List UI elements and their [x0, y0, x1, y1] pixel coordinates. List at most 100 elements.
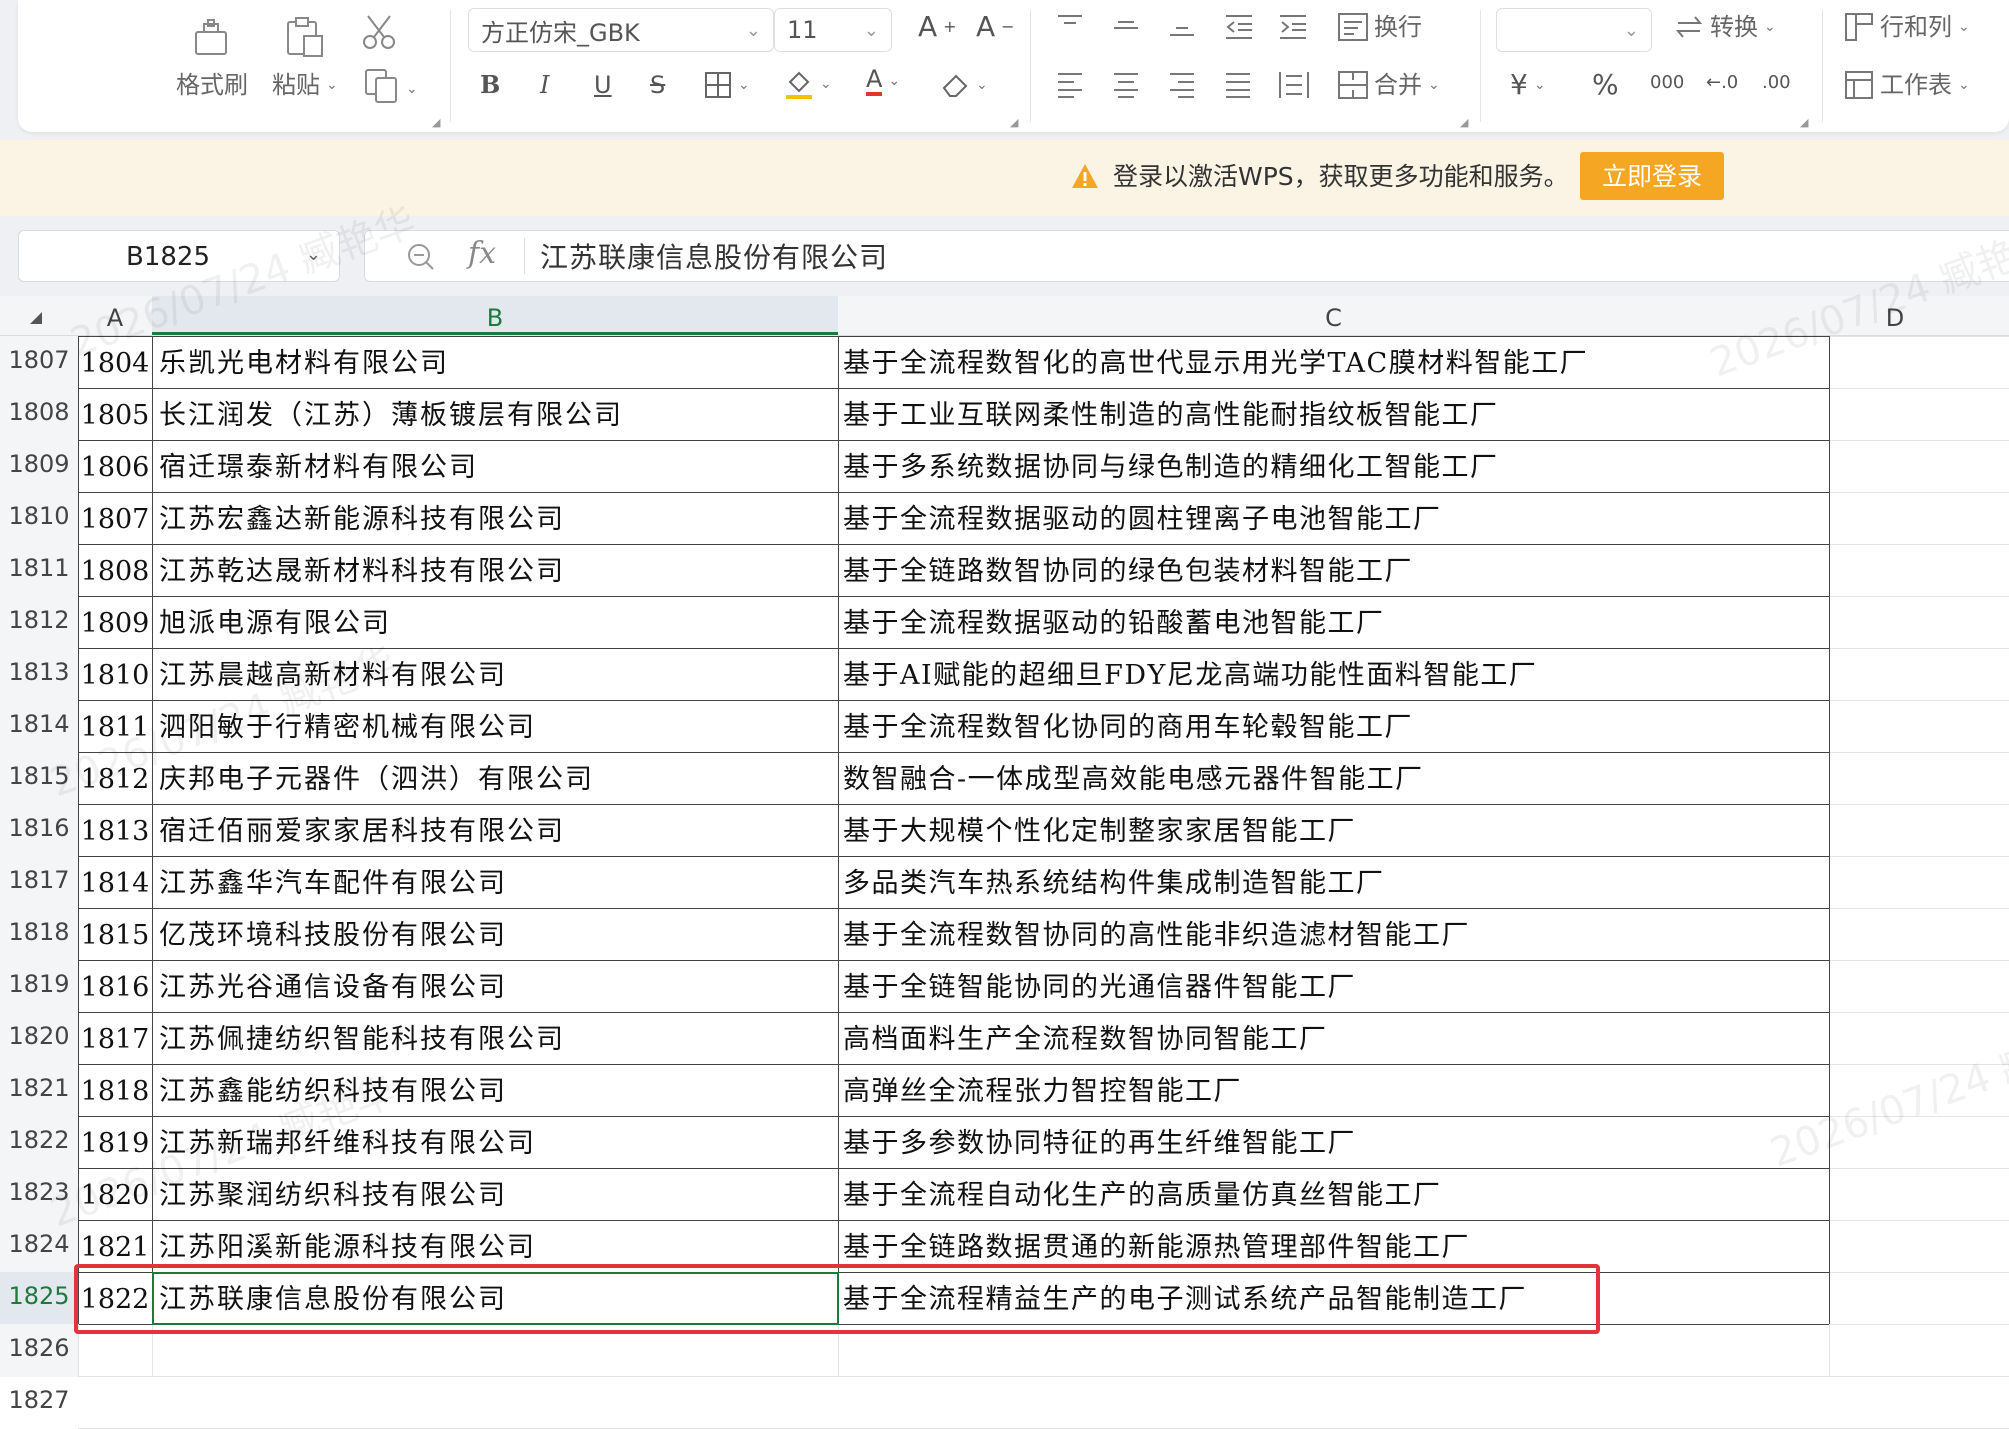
cell-c[interactable]: 基于全链路数智协同的绿色包装材料智能工厂: [843, 544, 1823, 596]
row-header[interactable]: 1815: [0, 752, 78, 804]
chevron-down-icon[interactable]: ⌄: [306, 244, 321, 265]
cell-c[interactable]: 基于多参数协同特征的再生纤维智能工厂: [843, 1116, 1823, 1168]
align-left-icon[interactable]: [1056, 72, 1084, 98]
cell-a[interactable]: 1812: [78, 752, 152, 804]
cell-c[interactable]: 基于AI赋能的超细旦FDY尼龙高端功能性面料智能工厂: [843, 648, 1823, 700]
cell-b[interactable]: 庆邦电子元器件（泗洪）有限公司: [159, 752, 829, 804]
cell-b[interactable]: 亿茂环境科技股份有限公司: [159, 908, 829, 960]
login-button[interactable]: 立即登录: [1580, 152, 1724, 200]
row-header[interactable]: 1824: [0, 1220, 78, 1272]
row-header[interactable]: 1818: [0, 908, 78, 960]
cell-a[interactable]: 1819: [78, 1116, 152, 1168]
cell-a[interactable]: 1815: [78, 908, 152, 960]
worksheet-button[interactable]: 工作表 ⌄: [1844, 70, 1970, 100]
cell-a[interactable]: 1810: [78, 648, 152, 700]
cell-c[interactable]: 基于大规模个性化定制整家家居智能工厂: [843, 804, 1823, 856]
cell-c[interactable]: [843, 1376, 1823, 1428]
convert-button[interactable]: 转换 ⌄: [1674, 12, 1776, 42]
wrap-text-button[interactable]: 换行: [1338, 12, 1422, 42]
cell-c[interactable]: 基于全流程数智协同的高性能非织造滤材智能工厂: [843, 908, 1823, 960]
cell-c[interactable]: 基于全流程数智化协同的商用车轮毂智能工厂: [843, 700, 1823, 752]
clipboard-launcher-icon[interactable]: ◢: [432, 116, 440, 129]
cell-b[interactable]: 江苏光谷通信设备有限公司: [159, 960, 829, 1012]
percent-button[interactable]: %: [1592, 70, 1619, 100]
cell-a[interactable]: 1811: [78, 700, 152, 752]
cell-c[interactable]: 多品类汽车热系统结构件集成制造智能工厂: [843, 856, 1823, 908]
fx-icon[interactable]: fx: [468, 236, 496, 271]
cell-b[interactable]: 江苏佩捷纺织智能科技有限公司: [159, 1012, 829, 1064]
column-header-c[interactable]: C: [838, 296, 1829, 336]
row-header[interactable]: 1817: [0, 856, 78, 908]
row-header[interactable]: 1827: [0, 1376, 78, 1428]
row-header[interactable]: 1807: [0, 336, 78, 388]
cell-b[interactable]: 宿迁佰丽爱家家居科技有限公司: [159, 804, 829, 856]
align-right-icon[interactable]: [1168, 72, 1196, 98]
row-header[interactable]: 1819: [0, 960, 78, 1012]
justify-icon[interactable]: [1224, 72, 1252, 98]
cell-b[interactable]: 江苏聚润纺织科技有限公司: [159, 1168, 829, 1220]
clear-format-button[interactable]: ⌄: [940, 70, 988, 100]
row-header[interactable]: 1814: [0, 700, 78, 752]
cell-c[interactable]: 基于全流程数智化的高世代显示用光学TAC膜材料智能工厂: [843, 336, 1823, 388]
cell-b[interactable]: 乐凯光电材料有限公司: [159, 336, 829, 388]
distributed-align-icon[interactable]: [1278, 70, 1310, 100]
align-center-icon[interactable]: [1112, 72, 1140, 98]
row-header[interactable]: 1810: [0, 492, 78, 544]
cell-c[interactable]: 基于工业互联网柔性制造的高性能耐指纹板智能工厂: [843, 388, 1823, 440]
format-painter-button[interactable]: 格式刷: [176, 70, 248, 100]
italic-button[interactable]: I: [540, 70, 549, 100]
align-top-icon[interactable]: [1056, 14, 1084, 38]
cell-b[interactable]: 旭派电源有限公司: [159, 596, 829, 648]
column-header-a[interactable]: A: [78, 296, 152, 336]
formula-value[interactable]: 江苏联康信息股份有限公司: [540, 236, 888, 276]
cell-b[interactable]: 江苏鑫能纺织科技有限公司: [159, 1064, 829, 1116]
number-launcher-icon[interactable]: ◢: [1800, 116, 1808, 129]
row-header[interactable]: 1813: [0, 648, 78, 700]
cell-a[interactable]: 1807: [78, 492, 152, 544]
fill-color-button[interactable]: ⌄: [784, 68, 832, 100]
row-header[interactable]: 1826: [0, 1324, 78, 1376]
cell-a[interactable]: 1814: [78, 856, 152, 908]
border-button[interactable]: ⌄: [704, 70, 750, 100]
paste-button[interactable]: 粘贴 ⌄: [272, 70, 338, 100]
row-header[interactable]: 1809: [0, 440, 78, 492]
font-shrink-icon[interactable]: A −: [976, 12, 1015, 42]
column-header-b[interactable]: B: [152, 296, 838, 336]
cell-c[interactable]: 基于全流程数据驱动的铅酸蓄电池智能工厂: [843, 596, 1823, 648]
row-header[interactable]: 1816: [0, 804, 78, 856]
copy-chevron-icon[interactable]: ⌄: [406, 74, 418, 104]
align-middle-icon[interactable]: [1112, 14, 1140, 38]
cell-a[interactable]: 1806: [78, 440, 152, 492]
font-name-select[interactable]: 方正仿宋_GBK ⌄: [468, 8, 774, 52]
cell-c[interactable]: 高弹丝全流程张力智控智能工厂: [843, 1064, 1823, 1116]
increase-decimal-button[interactable]: ←.0: [1706, 68, 1738, 98]
decrease-indent-icon[interactable]: [1224, 14, 1254, 40]
cell-a[interactable]: 1804: [78, 336, 152, 388]
cell-b[interactable]: 江苏晨越高新材料有限公司: [159, 648, 829, 700]
row-header[interactable]: 1812: [0, 596, 78, 648]
row-header[interactable]: 1822: [0, 1116, 78, 1168]
cell-c[interactable]: 基于全链智能协同的光通信器件智能工厂: [843, 960, 1823, 1012]
zoom-out-icon[interactable]: [406, 242, 436, 272]
cell-b[interactable]: 江苏宏鑫达新能源科技有限公司: [159, 492, 829, 544]
select-all-corner-icon[interactable]: [30, 312, 42, 324]
cell-c[interactable]: 数智融合-一体成型高效能电感元器件智能工厂: [843, 752, 1823, 804]
cell-b[interactable]: 宿迁璟泰新材料有限公司: [159, 440, 829, 492]
strikethrough-button[interactable]: S: [650, 70, 665, 100]
cell-c[interactable]: 基于全流程自动化生产的高质量仿真丝智能工厂: [843, 1168, 1823, 1220]
cut-icon[interactable]: [360, 12, 400, 56]
cell-c[interactable]: 高档面料生产全流程数智协同智能工厂: [843, 1012, 1823, 1064]
cell-b[interactable]: 江苏新瑞邦纤维科技有限公司: [159, 1116, 829, 1168]
cell-a[interactable]: 1820: [78, 1168, 152, 1220]
increase-indent-icon[interactable]: [1278, 14, 1308, 40]
cell-b[interactable]: [159, 1376, 829, 1428]
row-header[interactable]: 1823: [0, 1168, 78, 1220]
cell-a[interactable]: 1817: [78, 1012, 152, 1064]
cell-a[interactable]: 1813: [78, 804, 152, 856]
currency-button[interactable]: ¥ ⌄: [1510, 70, 1546, 100]
row-header[interactable]: 1811: [0, 544, 78, 596]
cell-b[interactable]: 江苏鑫华汽车配件有限公司: [159, 856, 829, 908]
cell-b[interactable]: 泗阳敏于行精密机械有限公司: [159, 700, 829, 752]
font-color-button[interactable]: A ⌄: [866, 66, 900, 96]
font-size-select[interactable]: 11 ⌄: [774, 8, 892, 52]
